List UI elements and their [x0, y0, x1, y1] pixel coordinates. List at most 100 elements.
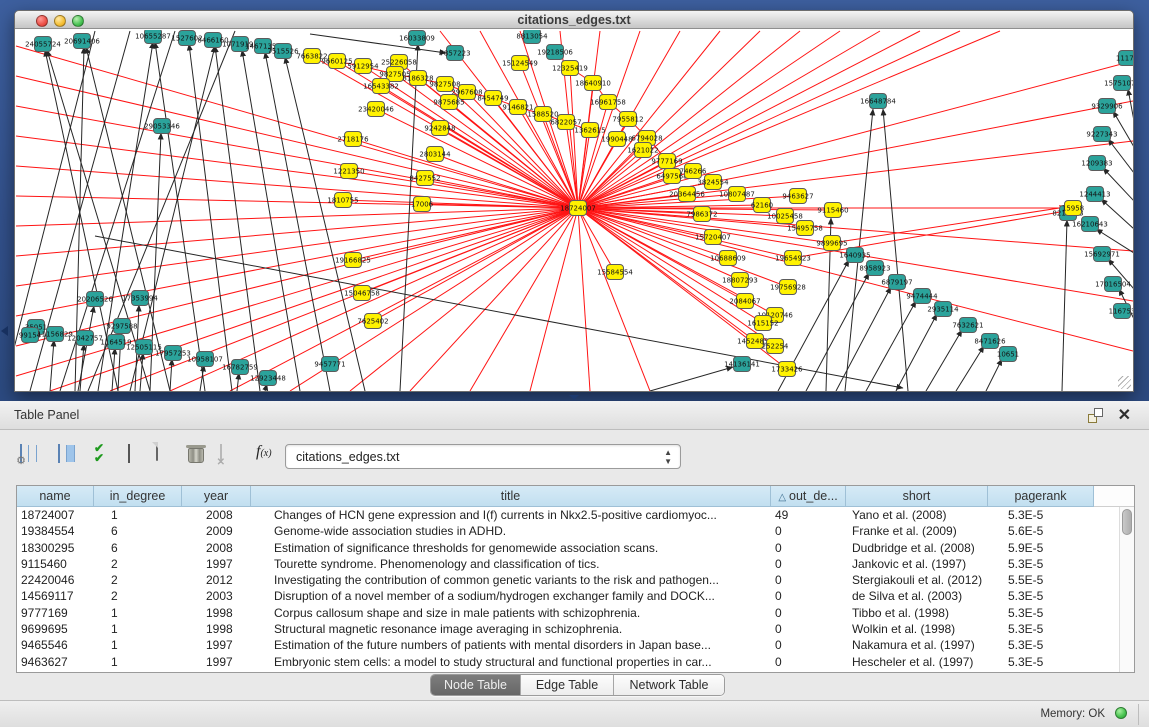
- graph-node[interactable]: 12923448: [250, 371, 286, 386]
- graph-node[interactable]: 17016504: [1095, 277, 1131, 292]
- graph-edge[interactable]: [242, 50, 300, 391]
- graph-edge[interactable]: [265, 52, 330, 391]
- table-row[interactable]: 969969511998Structural magnetic resonanc…: [17, 621, 1095, 637]
- graph-node[interactable]: 9463627: [782, 189, 813, 204]
- graph-edge[interactable]: [956, 346, 984, 391]
- graph-node[interactable]: 10958107: [187, 352, 223, 367]
- memory-ok-indicator[interactable]: [1115, 707, 1127, 719]
- graph-node[interactable]: 8427552: [409, 171, 440, 186]
- tab-edge-table[interactable]: Edge Table: [521, 675, 614, 695]
- graph-edge[interactable]: [15, 31, 95, 356]
- graph-node[interactable]: 2935114: [927, 302, 959, 317]
- graph-edge[interactable]: [155, 42, 205, 391]
- graph-node[interactable]: 14136141: [724, 357, 760, 372]
- splitter-handle-icon[interactable]: [569, 395, 579, 400]
- table-row[interactable]: 1830029562008Estimation of significance …: [17, 540, 1095, 556]
- graph-node[interactable]: 18640910: [575, 76, 611, 91]
- graph-node[interactable]: 62160: [751, 198, 773, 213]
- graph-node[interactable]: 9227343: [1086, 127, 1117, 142]
- graph-edge[interactable]: [578, 31, 800, 208]
- graph-node[interactable]: 16210643: [1072, 217, 1108, 232]
- graph-node[interactable]: 1209383: [1081, 156, 1112, 171]
- graph-node[interactable]: 16961758: [590, 95, 626, 110]
- graph-node[interactable]: 12325419: [552, 61, 588, 76]
- graph-node[interactable]: 10807487: [719, 187, 755, 202]
- graph-node[interactable]: 7955812: [612, 112, 643, 127]
- graph-node[interactable]: 19218506: [537, 45, 573, 60]
- column-header-name[interactable]: name: [17, 486, 94, 507]
- column-header-pagerank[interactable]: pagerank: [988, 486, 1094, 507]
- graph-edge[interactable]: [832, 207, 1066, 243]
- graph-node[interactable]: 9115460: [817, 203, 848, 218]
- window-resize-grip[interactable]: [1118, 376, 1131, 389]
- graph-edge[interactable]: [836, 287, 891, 391]
- table-row[interactable]: 2242004622012Investigating the contribut…: [17, 572, 1095, 588]
- graph-node[interactable]: 2718176: [337, 132, 369, 147]
- network-table-selector[interactable]: citations_edges.txt ▲▼: [285, 444, 681, 469]
- graph-node[interactable]: 20206526: [77, 292, 113, 307]
- column-header-title[interactable]: title: [251, 486, 771, 507]
- graph-node[interactable]: 16648784: [860, 94, 896, 109]
- graph-edge[interactable]: [883, 109, 908, 391]
- graph-edge[interactable]: [986, 359, 1002, 391]
- graph-edge[interactable]: [16, 46, 578, 208]
- create-column-icon[interactable]: [156, 443, 158, 461]
- graph-node[interactable]: 1221350: [333, 164, 364, 179]
- graph-node[interactable]: 2084067: [729, 294, 760, 309]
- graph-node[interactable]: 9329906: [1091, 99, 1123, 114]
- column-header-out_de[interactable]: △out_de...: [771, 486, 846, 507]
- table-row[interactable]: 1456911722003Disruption of a novel membe…: [17, 588, 1095, 604]
- column-header-year[interactable]: year: [182, 486, 251, 507]
- graph-node[interactable]: 10655287: [135, 30, 171, 44]
- table-row[interactable]: 977716911998Corpus callosum shape and si…: [17, 605, 1095, 621]
- graph-node[interactable]: 17006: [411, 197, 434, 212]
- table-vertical-scrollbar[interactable]: [1119, 507, 1134, 672]
- collapse-left-panel-arrow-icon[interactable]: [1, 326, 8, 336]
- graph-edge[interactable]: [1128, 89, 1133, 121]
- graph-node[interactable]: 7857223: [439, 46, 470, 61]
- column-header-in_degree[interactable]: in_degree: [94, 486, 182, 507]
- tab-network-table[interactable]: Network Table: [614, 675, 724, 695]
- graph-edge[interactable]: [1108, 139, 1133, 173]
- table-row[interactable]: 911546021997Tourette syndrome. Phenomeno…: [17, 556, 1095, 572]
- graph-edge[interactable]: [237, 373, 239, 391]
- graph-node[interactable]: 15751074: [1104, 76, 1133, 91]
- table-row[interactable]: 946362711997Embryonic stem cells: a mode…: [17, 654, 1095, 670]
- graph-edge[interactable]: [189, 44, 232, 391]
- graph-node[interactable]: 1990448: [601, 132, 632, 147]
- graph-node[interactable]: 19654923: [775, 251, 811, 266]
- graph-node[interactable]: 16033809: [399, 31, 435, 46]
- float-panel-icon[interactable]: [1088, 408, 1103, 423]
- table-options-icon[interactable]: ⚙: [20, 445, 22, 463]
- graph-edge[interactable]: [926, 330, 962, 391]
- citation-network-graph[interactable]: 2405572420691406106552871527602846616010…: [15, 30, 1133, 391]
- graph-node[interactable]: 10651: [997, 347, 1019, 362]
- graph-node[interactable]: 1244413: [1079, 187, 1110, 202]
- graph-edge[interactable]: [578, 208, 590, 391]
- graph-node[interactable]: 7625402: [357, 314, 388, 329]
- graph-node[interactable]: 15584554: [597, 265, 633, 280]
- graph-node[interactable]: 24055724: [25, 37, 61, 52]
- graph-node[interactable]: 8958923: [859, 261, 890, 276]
- scrollbar-thumb[interactable]: [1122, 509, 1132, 535]
- graph-node[interactable]: 9297588: [106, 319, 137, 334]
- graph-node[interactable]: 3824554: [697, 175, 729, 190]
- table-row[interactable]: 1938455462009Genome-wide association stu…: [17, 523, 1095, 539]
- graph-node[interactable]: 29053346: [144, 119, 180, 134]
- network-canvas[interactable]: 2405572420691406106552871527602846616010…: [15, 30, 1133, 391]
- graph-edge[interactable]: [806, 273, 869, 391]
- graph-edge[interactable]: [650, 367, 733, 391]
- graph-node[interactable]: 15692971: [1084, 247, 1120, 262]
- graph-node[interactable]: 1640935: [839, 248, 870, 263]
- table-row[interactable]: 946554611997Estimation of the future num…: [17, 637, 1095, 653]
- graph-node[interactable]: 19166825: [335, 253, 371, 268]
- close-panel-icon[interactable]: ✕: [1118, 405, 1131, 425]
- graph-node[interactable]: 10688609: [710, 251, 746, 266]
- graph-node[interactable]: 1810755: [327, 193, 358, 208]
- graph-node[interactable]: 19756928: [770, 280, 806, 295]
- graph-edge[interactable]: [866, 301, 916, 391]
- graph-edge[interactable]: [373, 208, 578, 321]
- graph-node[interactable]: 116753: [1109, 304, 1133, 319]
- graph-edge[interactable]: [16, 208, 578, 346]
- window-titlebar[interactable]: citations_edges.txt: [15, 11, 1133, 29]
